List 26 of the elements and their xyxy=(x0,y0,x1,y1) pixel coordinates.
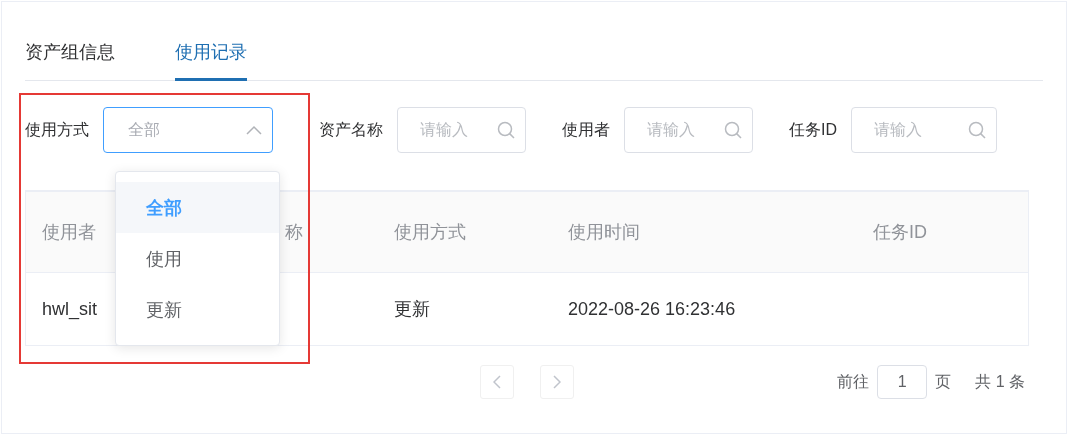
total-count: 共 1 条 xyxy=(975,371,1025,392)
chevron-left-icon xyxy=(493,375,501,389)
table-cell: 2022-08-26 16:23:46 xyxy=(568,298,736,319)
dropdown-option[interactable]: 使用 xyxy=(116,233,279,284)
filter-label: 使用方式 xyxy=(25,119,89,140)
column-header: 任务ID xyxy=(872,221,928,244)
filter-label: 任务ID xyxy=(789,119,837,140)
column-header: 称 xyxy=(284,221,304,244)
dropdown-option[interactable]: 更新 xyxy=(116,284,279,335)
table-cell: hwl_sit xyxy=(42,298,98,319)
column-header: 使用者 xyxy=(41,221,97,244)
search-icon xyxy=(497,121,515,139)
page-unit: 页 xyxy=(935,371,952,392)
table-cell: 更新 xyxy=(394,299,430,319)
search-icon xyxy=(968,121,986,139)
search-icon xyxy=(724,121,742,139)
chevron-right-icon xyxy=(553,375,561,389)
filter-label: 资产名称 xyxy=(319,119,383,140)
tab[interactable]: 使用记录 xyxy=(175,40,247,81)
chevron-icon xyxy=(246,125,262,135)
column-header: 使用方式 xyxy=(393,221,467,244)
column-header: 使用时间 xyxy=(567,221,641,244)
filter-label: 使用者 xyxy=(562,119,610,140)
tab[interactable]: 资产组信息 xyxy=(25,40,115,81)
goto-label: 前往 xyxy=(837,371,870,392)
page-input[interactable]: 1 xyxy=(877,365,928,399)
